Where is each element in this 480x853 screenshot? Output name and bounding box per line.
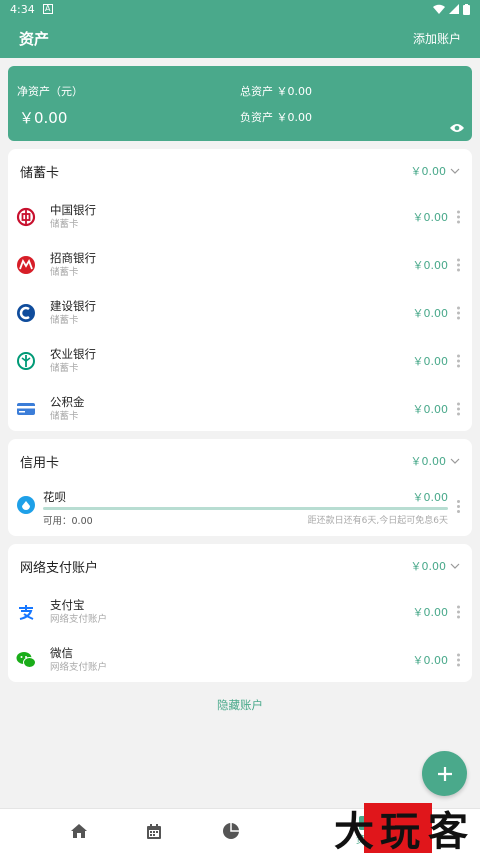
notification-badge-icon: A — [42, 4, 53, 14]
account-type: 网络支付账户 — [50, 662, 108, 673]
net-assets-label: 净资产（元） — [17, 85, 83, 98]
battery-icon — [463, 3, 470, 15]
negative-assets: 负资产 ￥0.00 — [240, 111, 312, 124]
more-vertical-icon[interactable] — [456, 258, 460, 272]
nav-statistics[interactable] — [161, 809, 301, 853]
chevron-down-icon — [450, 458, 460, 464]
account-type: 储蓄卡 — [50, 219, 79, 230]
list-item[interactable]: 建设银行 储蓄卡 ￥0.00 — [8, 289, 472, 337]
section-title: 网络支付账户 — [20, 560, 99, 576]
bank-of-china-icon — [16, 207, 36, 227]
account-name: 中国银行 — [50, 203, 96, 217]
account-value: ￥0.00 — [412, 491, 449, 504]
watermark-logo: 大 玩 客 — [334, 803, 468, 853]
account-type: 储蓄卡 — [50, 315, 79, 326]
agricultural-bank-icon — [16, 351, 36, 371]
online-section-header[interactable]: 网络支付账户 ￥0.00 — [8, 544, 472, 588]
section-title: 信用卡 — [20, 455, 60, 471]
available-credit: 可用：0.00 — [43, 516, 93, 527]
account-value: ￥0.00 — [412, 606, 449, 619]
chevron-down-icon — [450, 168, 460, 174]
more-vertical-icon[interactable] — [456, 605, 460, 619]
account-value: ￥0.00 — [412, 307, 449, 320]
account-name: 花呗 — [43, 490, 66, 504]
app-bar: 资产 添加账户 — [0, 18, 480, 58]
list-item[interactable]: 招商银行 储蓄卡 ￥0.00 — [8, 241, 472, 289]
asset-summary-card: 净资产（元） ￥0.00 总资产 ￥0.00 负资产 ￥0.00 — [8, 66, 472, 141]
account-name: 招商银行 — [50, 251, 96, 265]
account-type: 储蓄卡 — [50, 363, 79, 374]
wechat-icon — [16, 650, 36, 670]
account-value: ￥0.00 — [412, 403, 449, 416]
status-time: 4:34 — [10, 2, 35, 16]
due-date-info: 距还款日还有6天,今日起可免息6天 — [307, 516, 448, 526]
add-account-button[interactable]: 添加账户 — [413, 30, 461, 47]
account-name: 微信 — [50, 646, 73, 660]
debit-section-header[interactable]: 储蓄卡 ￥0.00 — [8, 149, 472, 193]
alipay-icon — [16, 602, 36, 622]
section-amount: ￥0.00 — [410, 455, 447, 468]
more-vertical-icon[interactable] — [456, 354, 460, 368]
list-item[interactable]: 微信 网络支付账户 ￥0.00 — [8, 636, 472, 684]
total-assets: 总资产 ￥0.00 — [240, 85, 312, 98]
huabei-icon — [16, 495, 36, 515]
more-vertical-icon[interactable] — [456, 306, 460, 320]
debit-card-section: 储蓄卡 ￥0.00 中国银行 储蓄卡 ￥0.00 招商银行 储蓄卡 ￥0.00 — [8, 149, 472, 431]
net-assets-value: ￥0.00 — [19, 109, 68, 127]
account-type: 储蓄卡 — [50, 267, 79, 278]
svg-text:玩: 玩 — [380, 809, 420, 853]
account-name: 农业银行 — [50, 347, 96, 361]
status-bar: 4:34 A — [0, 0, 480, 18]
online-payment-section: 网络支付账户 ￥0.00 支付宝 网络支付账户 ￥0.00 微信 网络支付账户 … — [8, 544, 472, 682]
credit-section-header[interactable]: 信用卡 ￥0.00 — [8, 439, 472, 483]
account-value: ￥0.00 — [412, 211, 449, 224]
section-amount: ￥0.00 — [410, 560, 447, 573]
credit-usage-bar — [43, 507, 448, 510]
add-fab-button[interactable] — [422, 751, 467, 796]
china-merchants-bank-icon — [16, 255, 36, 275]
home-icon — [70, 824, 87, 838]
construction-bank-icon — [16, 303, 36, 323]
list-item[interactable]: 公积金 储蓄卡 ￥0.00 — [8, 385, 472, 433]
account-value: ￥0.00 — [412, 259, 449, 272]
more-vertical-icon[interactable] — [456, 210, 460, 224]
account-name: 建设银行 — [50, 299, 96, 313]
account-type: 储蓄卡 — [50, 411, 79, 422]
more-vertical-icon[interactable] — [456, 402, 460, 416]
svg-text:大: 大 — [334, 809, 374, 853]
credit-card-section: 信用卡 ￥0.00 花呗 ￥0.00 可用：0.00 距还款日还有6天,今日起可… — [8, 439, 472, 536]
account-value: ￥0.00 — [412, 654, 449, 667]
wifi-icon — [433, 4, 445, 14]
more-vertical-icon[interactable] — [456, 653, 460, 667]
list-item[interactable]: 花呗 ￥0.00 可用：0.00 距还款日还有6天,今日起可免息6天 — [8, 483, 472, 529]
account-name: 支付宝 — [50, 598, 85, 612]
chevron-down-icon — [450, 563, 460, 569]
page-title: 资产 — [19, 29, 50, 48]
section-title: 储蓄卡 — [20, 165, 60, 181]
account-value: ￥0.00 — [412, 355, 449, 368]
svg-text:客: 客 — [428, 809, 468, 853]
account-name: 公积金 — [50, 395, 85, 409]
nav-calendar[interactable] — [147, 809, 161, 853]
hidden-accounts-link[interactable]: 隐藏账户 — [0, 697, 480, 713]
pie-chart-icon — [223, 823, 239, 839]
plus-icon — [437, 766, 452, 781]
list-item[interactable]: 中国银行 储蓄卡 ￥0.00 — [8, 193, 472, 241]
more-vertical-icon[interactable] — [456, 500, 460, 513]
account-type: 网络支付账户 — [50, 614, 108, 625]
card-icon — [16, 399, 36, 419]
list-item[interactable]: 支付宝 网络支付账户 ￥0.00 — [8, 588, 472, 636]
nav-home[interactable] — [0, 809, 155, 853]
list-item[interactable]: 农业银行 储蓄卡 ￥0.00 — [8, 337, 472, 385]
section-amount: ￥0.00 — [410, 165, 447, 178]
signal-icon — [449, 4, 459, 14]
eye-icon[interactable] — [450, 123, 464, 133]
calendar-icon — [147, 823, 161, 839]
